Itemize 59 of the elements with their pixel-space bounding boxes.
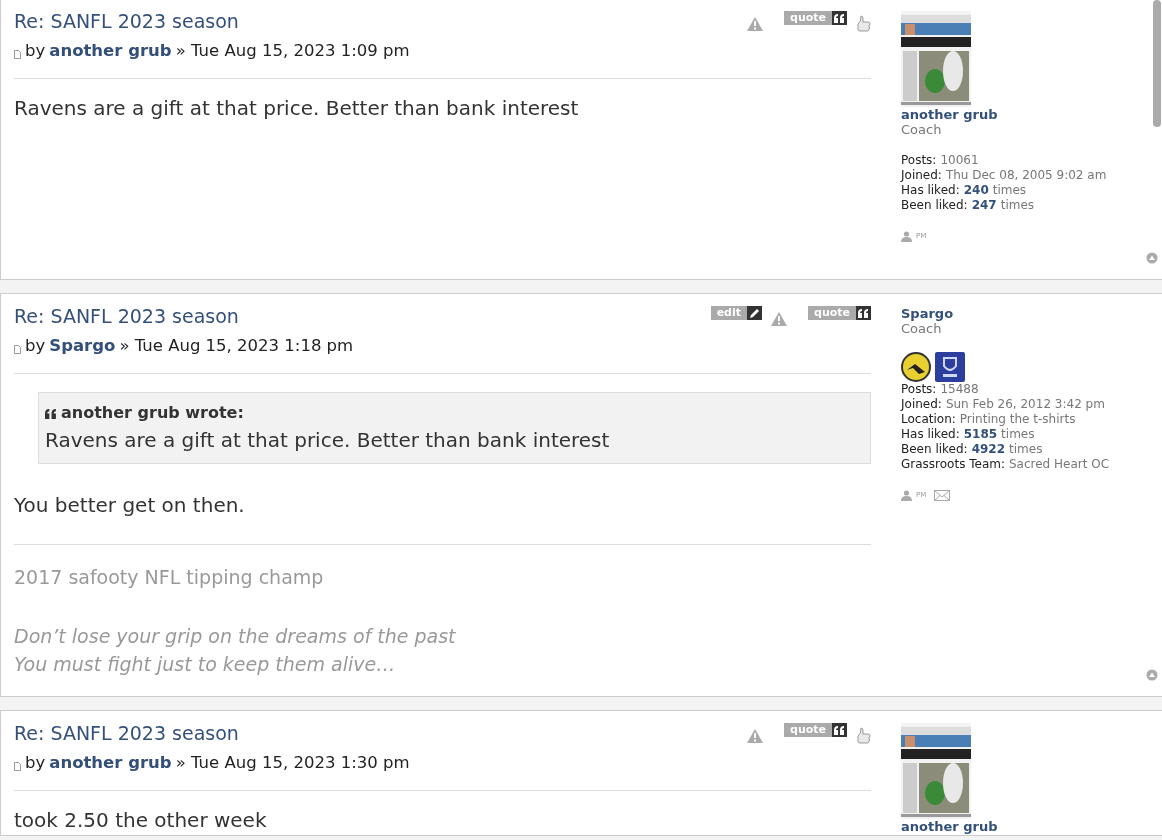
post-text: Ravens are a gift at that price. Better than bank interest — [14, 95, 580, 123]
field-label: Joined: — [901, 168, 942, 183]
field-value: Thu Dec 08, 2005 9:02 am — [945, 168, 1107, 183]
field-value: Printing the t-shirts — [959, 412, 1076, 427]
signature-quote: You must fight just to keep them alive… — [14, 652, 397, 678]
signature-text: 2017 safooty NFL tipping champ — [14, 565, 325, 591]
post-title[interactable]: Re: SANFL 2023 season — [14, 302, 239, 331]
field-value: 15488 — [940, 382, 979, 397]
author-link[interactable]: Spargo — [49, 333, 116, 359]
email-icon[interactable] — [934, 488, 951, 503]
quote-icon — [858, 308, 869, 318]
byline-label: by — [25, 39, 46, 62]
field-label: Has liked: — [901, 427, 960, 442]
post-title[interactable]: Re: SANFL 2023 season — [14, 7, 239, 36]
quote-text: Ravens are a gift at that price. Better than bank interest — [45, 427, 611, 455]
person-icon — [901, 231, 912, 242]
club-emblem-icon — [935, 352, 965, 382]
signature-quote: Don’t lose your grip on the dreams of the past — [14, 623, 457, 649]
field-label: Been liked: — [901, 442, 968, 457]
pencil-icon — [749, 307, 760, 319]
post-text: took 2.50 the other week — [14, 807, 268, 835]
field-label: Has liked: — [901, 183, 960, 198]
field-label: Location: — [901, 412, 956, 427]
field-label: Posts: — [901, 382, 937, 397]
scrollbar-thumb[interactable] — [1153, 0, 1161, 127]
byline-label: by — [25, 334, 46, 357]
user-rank: Coach — [901, 321, 943, 336]
post-text: You better get on then. — [14, 492, 246, 520]
author-link[interactable]: another grub — [49, 38, 172, 64]
user-rank: Coach — [901, 122, 943, 137]
field-suffix: times — [992, 183, 1027, 198]
field-label: Joined: — [901, 397, 942, 412]
post-date: » Tue Aug 15, 2023 1:30 pm — [175, 751, 410, 774]
field-suffix: times — [1009, 442, 1043, 457]
club-emblem-icon — [901, 352, 931, 382]
post-date: » Tue Aug 15, 2023 1:18 pm — [119, 334, 354, 357]
field-value: Sun Feb 26, 2012 3:42 pm — [945, 397, 1105, 412]
quote-icon — [834, 725, 845, 735]
field-value: Sacred Heart OC — [1009, 457, 1110, 472]
field-suffix: times — [1001, 427, 1035, 442]
field-value: 10061 — [940, 153, 979, 168]
person-icon — [901, 490, 912, 501]
byline-label: by — [25, 751, 46, 774]
field-link[interactable]: 240 — [963, 183, 989, 198]
field-link[interactable]: 4922 — [971, 442, 1006, 457]
field-label: Grassroots Team: — [901, 457, 1005, 472]
post-date: » Tue Aug 15, 2023 1:09 pm — [175, 39, 410, 62]
username-link[interactable]: another grub — [901, 819, 1141, 834]
field-label: Posts: — [901, 153, 937, 168]
field-link[interactable]: 5185 — [963, 427, 998, 442]
username-link[interactable]: another grub — [901, 107, 1141, 122]
username-link[interactable]: Spargo — [901, 306, 1141, 321]
field-label: Been liked: — [901, 198, 968, 213]
quote-icon — [834, 13, 845, 23]
author-link[interactable]: another grub — [49, 750, 172, 776]
quote-author: another grub wrote: — [61, 402, 244, 425]
post-title[interactable]: Re: SANFL 2023 season — [14, 719, 239, 748]
field-suffix: times — [1000, 198, 1035, 213]
field-link[interactable]: 247 — [971, 198, 997, 213]
